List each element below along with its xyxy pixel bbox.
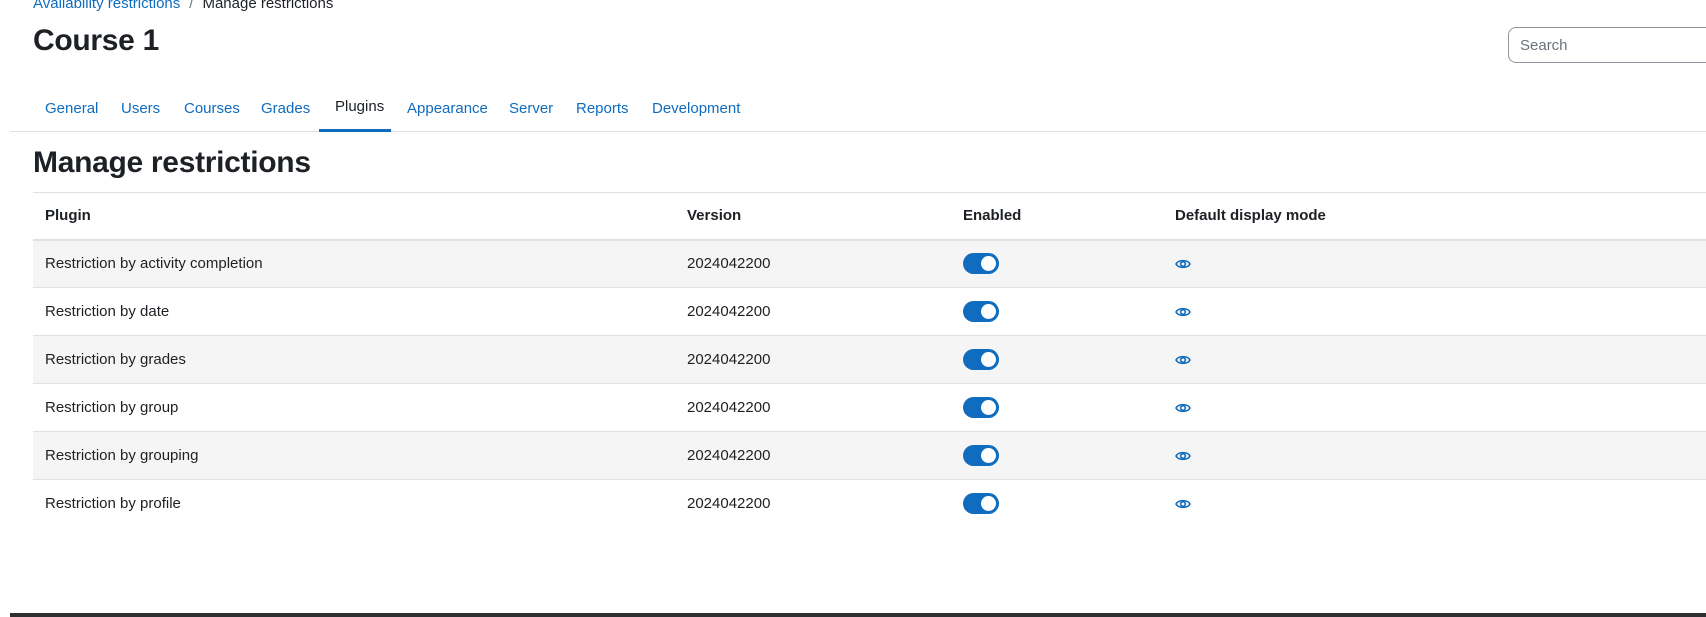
eye-icon[interactable]	[1175, 450, 1191, 462]
plugin-name: Restriction by date	[33, 287, 675, 336]
enabled-cell	[951, 480, 1163, 528]
tab-reports[interactable]: Reports	[560, 84, 645, 132]
enabled-toggle[interactable]	[963, 493, 999, 515]
enabled-cell	[951, 383, 1163, 432]
breadcrumb: Availability restrictions / Manage restr…	[33, 0, 333, 12]
toggle-knob	[981, 304, 996, 319]
table-row: Restriction by profile 2024042200	[33, 480, 1706, 528]
enabled-toggle[interactable]	[963, 445, 999, 466]
plugin-name: Restriction by activity completion	[33, 239, 675, 288]
search-input[interactable]	[1508, 27, 1706, 63]
tab-courses[interactable]: Courses	[168, 84, 256, 132]
plugin-name: Restriction by profile	[45, 495, 181, 513]
footer-bar	[10, 613, 1706, 617]
plugin-version: 2024042200	[675, 239, 951, 288]
plugin-version: 2024042200	[687, 495, 771, 513]
toggle-knob	[981, 400, 996, 415]
plugin-name: Restriction by grouping	[33, 431, 675, 480]
enabled-toggle[interactable]	[963, 253, 999, 275]
toggle-knob	[981, 352, 996, 367]
column-header-enabled: Enabled	[951, 192, 1163, 241]
eye-icon[interactable]	[1175, 402, 1191, 414]
eye-icon[interactable]	[1175, 306, 1191, 318]
toggle-knob	[981, 256, 996, 272]
column-header-version: Version	[675, 192, 951, 241]
enabled-cell	[951, 431, 1163, 480]
display-mode-cell	[1163, 431, 1706, 480]
enabled-toggle[interactable]	[963, 349, 999, 370]
display-mode-cell	[1163, 480, 1706, 528]
table-row: Restriction by activity completion 202404…	[33, 239, 1706, 288]
tab-plugins[interactable]: Plugins	[319, 84, 391, 132]
plugin-version: 2024042200	[675, 431, 951, 480]
admin-nav-tabs: General Users Courses Grades Plugins App…	[10, 84, 1706, 132]
enabled-cell	[951, 239, 1163, 288]
plugin-name: Restriction by group	[33, 383, 675, 432]
eye-icon[interactable]	[1175, 354, 1191, 366]
breadcrumb-separator: /	[189, 0, 194, 12]
breadcrumb-link-availability-restrictions[interactable]: Availability restrictions	[33, 0, 180, 12]
table-row: Restriction by date 2024042200	[33, 287, 1706, 336]
display-mode-cell	[1163, 335, 1706, 384]
restrictions-table: Plugin Version Enabled Default display m…	[33, 192, 1706, 528]
table-row: Restriction by grouping 2024042200	[33, 431, 1706, 480]
plugin-name: Restriction by grades	[33, 335, 675, 384]
display-mode-cell	[1163, 383, 1706, 432]
eye-icon[interactable]	[1175, 258, 1191, 270]
toggle-knob	[981, 496, 996, 512]
page-title: Course 1	[33, 24, 159, 57]
table-row: Restriction by grades 2024042200	[33, 335, 1706, 384]
display-mode-cell	[1163, 287, 1706, 336]
column-header-plugin: Plugin	[33, 192, 675, 241]
toggle-knob	[981, 448, 996, 463]
enabled-toggle[interactable]	[963, 301, 999, 322]
tab-development[interactable]: Development	[636, 84, 756, 132]
tab-server[interactable]: Server	[493, 84, 569, 132]
breadcrumb-current: Manage restrictions	[202, 0, 334, 12]
tab-general[interactable]: General	[29, 84, 114, 132]
plugin-version: 2024042200	[675, 287, 951, 336]
enabled-toggle[interactable]	[963, 397, 999, 418]
plugin-version: 2024042200	[675, 383, 951, 432]
tab-appearance[interactable]: Appearance	[391, 84, 504, 132]
section-title: Manage restrictions	[33, 146, 311, 179]
table-header-row: Plugin Version Enabled Default display m…	[33, 192, 1706, 241]
tab-users[interactable]: Users	[105, 84, 176, 132]
column-header-default-display-mode: Default display mode	[1163, 192, 1706, 241]
enabled-cell	[951, 287, 1163, 336]
eye-icon[interactable]	[1175, 498, 1191, 510]
display-mode-cell	[1163, 239, 1706, 288]
table-row: Restriction by group 2024042200	[33, 383, 1706, 432]
plugin-version: 2024042200	[675, 335, 951, 384]
table-body: Restriction by activity completion 202404…	[33, 239, 1706, 528]
tab-grades[interactable]: Grades	[245, 84, 326, 132]
enabled-cell	[951, 335, 1163, 384]
